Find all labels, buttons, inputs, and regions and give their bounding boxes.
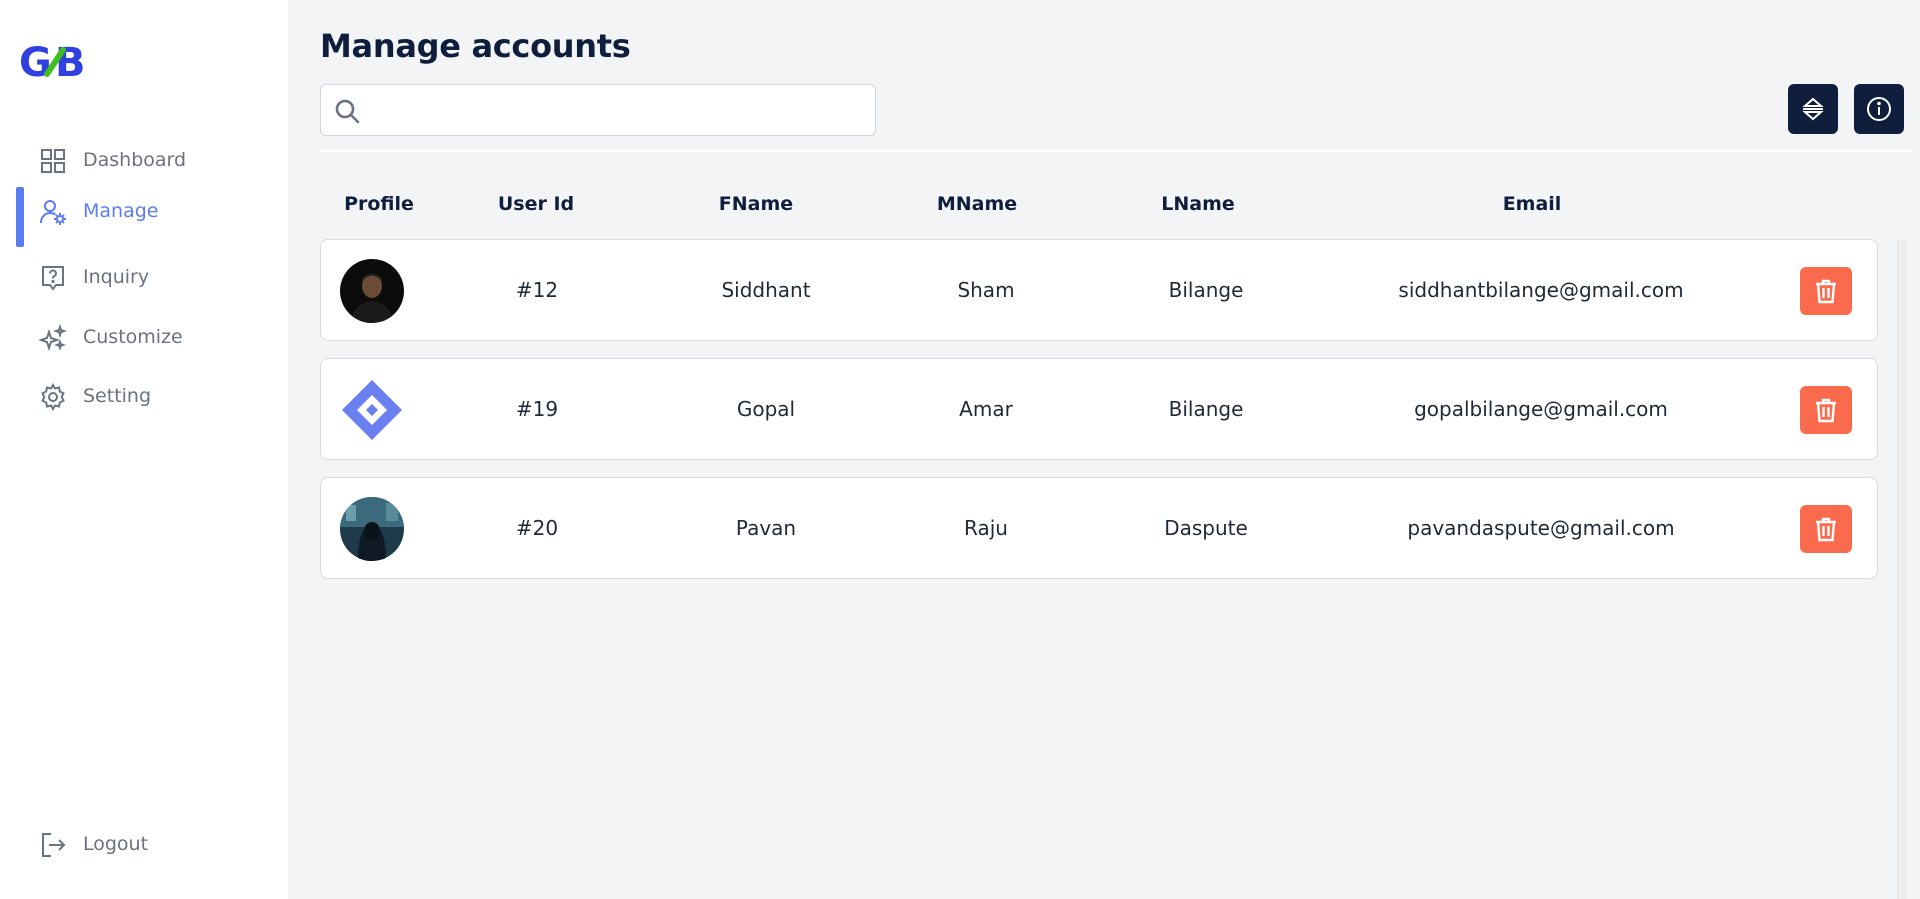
page-title: Manage accounts — [320, 27, 631, 65]
sort-button[interactable] — [1788, 84, 1838, 134]
column-header-email: Email — [1502, 193, 1562, 215]
hooded-figure-photo-icon — [340, 497, 404, 561]
delete-button[interactable] — [1800, 267, 1852, 315]
column-header-fname: FName — [718, 193, 794, 215]
info-button[interactable] — [1854, 84, 1904, 134]
table-row[interactable]: #20 Pavan Raju Daspute pavandaspute@gmai… — [320, 477, 1878, 579]
search-box[interactable] — [320, 84, 876, 136]
logout-button[interactable]: Logout — [0, 820, 288, 866]
question-icon — [39, 264, 67, 292]
user-gear-icon — [39, 198, 67, 226]
column-header-user-id: User Id — [497, 193, 575, 215]
table-row[interactable]: #19 Gopal Amar Bilange gopalbilange@gmai… — [320, 358, 1878, 460]
sparkles-icon — [39, 324, 67, 352]
gb-logo-icon: G B — [19, 40, 86, 82]
sidebar-item-customize[interactable]: Customize — [0, 313, 288, 359]
delete-button[interactable] — [1800, 386, 1852, 434]
table-row[interactable]: #12 Siddhant Sham Bilange siddhantbilang… — [320, 239, 1878, 341]
active-indicator — [16, 187, 24, 247]
logout-label: Logout — [83, 833, 149, 855]
column-header-profile: Profile — [344, 193, 414, 215]
sidebar-item-label: Manage — [83, 200, 159, 222]
gear-icon — [39, 383, 67, 411]
delete-button[interactable] — [1800, 505, 1852, 553]
email-cell: gopalbilange@gmail.com — [1414, 397, 1668, 421]
svg-text:B: B — [55, 40, 86, 82]
logout-icon — [39, 831, 67, 859]
scrollbar[interactable] — [1897, 240, 1907, 899]
divider — [320, 150, 1912, 152]
avatar — [340, 497, 404, 561]
diamond-logo-icon — [340, 378, 404, 442]
sidebar-item-manage[interactable]: Manage — [0, 187, 288, 247]
fname-cell: Siddhant — [721, 278, 811, 302]
main-content: Manage accounts Profile User Id FName MN… — [288, 0, 1920, 899]
fname-cell: Pavan — [735, 516, 797, 540]
sidebar-item-setting[interactable]: Setting — [0, 372, 288, 418]
trash-icon — [1816, 517, 1836, 542]
user-id-cell: #12 — [515, 278, 559, 302]
sidebar-item-label: Customize — [83, 326, 183, 348]
fname-cell: Gopal — [736, 397, 796, 421]
lname-cell: Bilange — [1168, 278, 1244, 302]
avatar — [340, 378, 404, 442]
email-cell: siddhantbilange@gmail.com — [1398, 278, 1684, 302]
app-logo[interactable]: G B — [19, 38, 99, 82]
grid-icon — [39, 147, 67, 175]
info-icon — [1867, 97, 1891, 121]
sidebar-item-label: Setting — [83, 385, 152, 407]
sidebar-item-label: Inquiry — [83, 266, 150, 288]
column-header-lname: LName — [1161, 193, 1235, 215]
email-cell: pavandaspute@gmail.com — [1407, 516, 1675, 540]
lname-cell: Daspute — [1164, 516, 1248, 540]
user-id-cell: #19 — [515, 397, 559, 421]
mname-cell: Amar — [959, 397, 1013, 421]
search-icon — [333, 97, 361, 125]
mname-cell: Raju — [964, 516, 1008, 540]
trash-icon — [1816, 398, 1836, 423]
search-input[interactable] — [371, 85, 867, 135]
user-id-cell: #20 — [515, 516, 559, 540]
lname-cell: Bilange — [1168, 397, 1244, 421]
avatar — [340, 259, 404, 323]
sidebar-item-dashboard[interactable]: Dashboard — [0, 136, 288, 182]
sidebar-item-label: Dashboard — [83, 149, 187, 171]
sidebar: G B Dashboard Manage Inquiry Customize S… — [0, 0, 288, 899]
sidebar-item-inquiry[interactable]: Inquiry — [0, 253, 288, 299]
column-header-mname: MName — [936, 193, 1018, 215]
person-photo-icon — [340, 259, 404, 323]
mname-cell: Sham — [957, 278, 1015, 302]
sort-icon — [1802, 97, 1824, 121]
trash-icon — [1816, 279, 1836, 304]
